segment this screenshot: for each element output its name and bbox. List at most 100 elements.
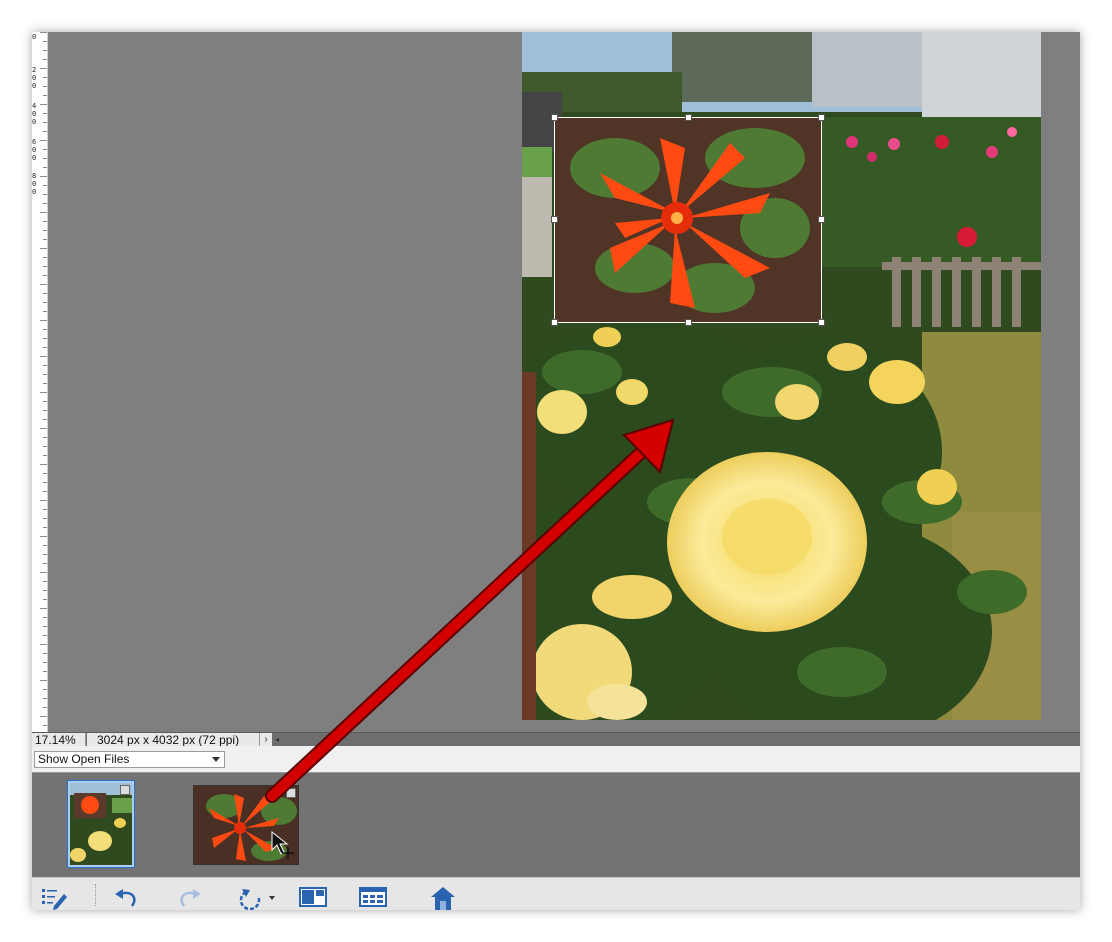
chevron-down-icon (212, 757, 220, 762)
ruler-label: 6 0 0 (32, 138, 37, 162)
ruler-tick (43, 95, 47, 96)
dropdown-value: Show Open Files (38, 752, 130, 766)
ruler-tick (40, 464, 47, 465)
ruler-tick (40, 608, 47, 609)
ruler-tick (43, 41, 47, 42)
ruler-tick (40, 644, 47, 645)
undo-icon[interactable] (112, 886, 142, 910)
layout-icon[interactable] (298, 886, 328, 910)
ruler-tick (43, 266, 47, 267)
scroll-left-icon[interactable]: ◂ (272, 733, 282, 747)
ruler-tick (43, 617, 47, 618)
ruler-tick (43, 671, 47, 672)
ruler-tick (43, 50, 47, 51)
ruler-tick (43, 509, 47, 510)
status-menu-button[interactable]: › (259, 733, 272, 747)
ruler-label: 8 0 0 (32, 172, 37, 196)
rotate-icon[interactable] (236, 886, 276, 910)
ruler-tick (40, 104, 47, 105)
pasted-layer-selection[interactable] (551, 114, 825, 326)
document-dimensions: 3024 px x 4032 px (72 ppi) (87, 733, 259, 747)
transform-handle[interactable] (818, 319, 825, 326)
editor-window: 0 2 0 0 4 0 0 6 0 0 8 0 0 17.14% 3024 px… (32, 32, 1080, 910)
ruler-tick (43, 473, 47, 474)
ruler-tick (43, 437, 47, 438)
ruler-tick (43, 167, 47, 168)
organizer-icon[interactable] (358, 886, 388, 910)
ruler-tick (43, 635, 47, 636)
ruler-tick (43, 599, 47, 600)
tool-options-icon[interactable] (40, 886, 70, 910)
ruler-tick (43, 257, 47, 258)
ruler-tick (40, 320, 47, 321)
ruler-tick (43, 329, 47, 330)
ruler-tick (40, 284, 47, 285)
vertical-ruler: 0 2 0 0 4 0 0 6 0 0 8 0 0 (32, 32, 48, 732)
project-bin-header: Show Open Files (32, 746, 1080, 773)
ruler-tick (43, 410, 47, 411)
ruler-tick (43, 401, 47, 402)
zoom-level[interactable]: 17.14% (32, 733, 86, 747)
ruler-tick (40, 248, 47, 249)
ruler-tick (40, 212, 47, 213)
bottom-toolbar (32, 877, 1080, 910)
transform-handle[interactable] (551, 216, 558, 223)
ruler-tick (43, 113, 47, 114)
ruler-tick (43, 491, 47, 492)
ruler-tick (43, 194, 47, 195)
transform-handle[interactable] (685, 319, 692, 326)
ruler-tick (43, 338, 47, 339)
ruler-tick (40, 428, 47, 429)
ruler-tick (40, 716, 47, 717)
project-bin (32, 773, 1080, 877)
ruler-tick (43, 230, 47, 231)
ruler-tick (40, 68, 47, 69)
show-files-dropdown[interactable]: Show Open Files (34, 751, 225, 768)
ruler-tick (43, 131, 47, 132)
ruler-tick (43, 563, 47, 564)
thumbnail-orange-flower[interactable] (193, 785, 299, 865)
status-bar: 17.14% 3024 px x 4032 px (72 ppi) › ◂ (32, 732, 1080, 747)
ruler-tick (43, 239, 47, 240)
ruler-tick (43, 203, 47, 204)
ruler-label: 4 0 0 (32, 102, 37, 126)
ruler-tick (43, 374, 47, 375)
ruler-tick (43, 653, 47, 654)
transform-handle[interactable] (551, 319, 558, 326)
transform-handle[interactable] (818, 114, 825, 121)
ruler-tick (43, 365, 47, 366)
ruler-tick (40, 32, 47, 33)
ruler-label: 0 (32, 33, 37, 41)
layer-badge-icon (286, 788, 296, 798)
ruler-tick (43, 626, 47, 627)
ruler-tick (43, 122, 47, 123)
ruler-tick (43, 158, 47, 159)
ruler-tick (43, 662, 47, 663)
ruler-tick (43, 482, 47, 483)
ruler-tick (40, 572, 47, 573)
home-screen-icon[interactable] (428, 886, 458, 910)
ruler-tick (43, 455, 47, 456)
ruler-tick (43, 293, 47, 294)
redo-icon[interactable] (174, 886, 204, 910)
ruler-tick (43, 581, 47, 582)
ruler-tick (43, 347, 47, 348)
ruler-label: 2 0 0 (32, 66, 37, 90)
ruler-tick (43, 149, 47, 150)
transform-handle[interactable] (551, 114, 558, 121)
ruler-tick (43, 590, 47, 591)
ruler-tick (40, 176, 47, 177)
transform-handle[interactable] (685, 114, 692, 121)
ruler-tick (43, 275, 47, 276)
thumbnail-garden-roses[interactable] (67, 780, 135, 868)
ruler-tick (43, 707, 47, 708)
ruler-tick (43, 383, 47, 384)
transform-handle[interactable] (818, 216, 825, 223)
ruler-tick (40, 356, 47, 357)
ruler-tick (43, 689, 47, 690)
ruler-tick (43, 698, 47, 699)
ruler-tick (43, 185, 47, 186)
ruler-tick (43, 419, 47, 420)
ruler-tick (43, 545, 47, 546)
ruler-tick (43, 518, 47, 519)
